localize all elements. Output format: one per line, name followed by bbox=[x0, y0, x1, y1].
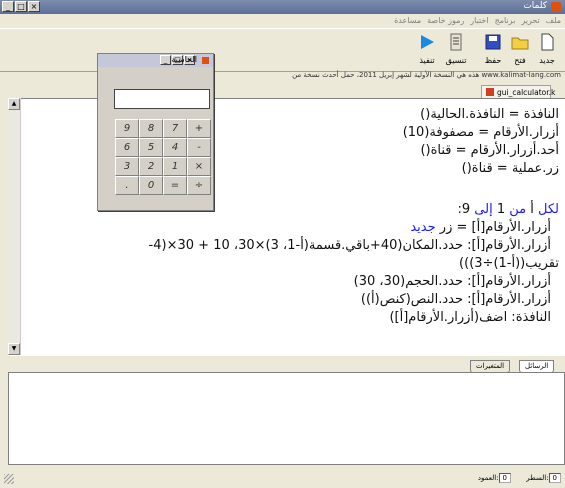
code-line: أزرار.الأرقام = مصفوفة(10) bbox=[402, 125, 559, 140]
calculator-window[interactable]: _ □ × الحاسبة 9 8 7 + 6 5 4 - 3 2 1 × . … bbox=[97, 53, 214, 211]
editor-scrollbar[interactable]: ▲ ▼ bbox=[8, 98, 21, 355]
minimize-button[interactable]: _ bbox=[2, 1, 14, 12]
maximize-button[interactable]: □ bbox=[15, 1, 27, 12]
row-status: السطر: 0 bbox=[526, 473, 561, 483]
column-status: العمود: 0 bbox=[478, 473, 511, 483]
code-line: النافذة: اضف(أزرار.الأرقام[أ]) bbox=[389, 310, 551, 325]
key-equals[interactable]: = bbox=[163, 176, 187, 195]
format-button[interactable]: تنسيق bbox=[441, 33, 471, 65]
key-5[interactable]: 5 bbox=[139, 138, 163, 157]
code-line: أزرار.الأرقام[أ]: حدد.الحجم(30، 30) bbox=[353, 274, 551, 289]
code-line: أزرار.الأرقام[أ]: حدد.المكان(40+باقي.قسم… bbox=[148, 238, 551, 253]
close-tab-icon[interactable] bbox=[486, 88, 494, 96]
toolbar: جديد فتح حفظ تنسيق تنفيذ bbox=[0, 28, 565, 72]
save-button[interactable]: حفظ bbox=[478, 33, 508, 65]
key-3[interactable]: 3 bbox=[115, 157, 139, 176]
code-editor[interactable]: النافذة = النافذة.الحالية() أزرار.الأرقا… bbox=[8, 98, 565, 356]
code-line: أزرار.الأرقام[أ]: حدد.النص(كنص(أ)) bbox=[360, 292, 551, 307]
menu-program[interactable]: برنامج bbox=[495, 16, 516, 25]
open-button[interactable]: فتح bbox=[505, 33, 535, 65]
calculator-keypad: 9 8 7 + 6 5 4 - 3 2 1 × . 0 = ÷ bbox=[115, 119, 211, 195]
app-icon bbox=[551, 2, 561, 12]
menu-bar: ملف تحرير برنامج اختبار رموز خاصة مساعدة bbox=[0, 14, 565, 28]
key-plus[interactable]: + bbox=[187, 119, 211, 138]
open-folder-icon bbox=[511, 37, 529, 50]
key-2[interactable]: 2 bbox=[139, 157, 163, 176]
run-button[interactable]: تنفيذ bbox=[412, 33, 442, 65]
status-bar: السطر: 0 العمود: 0 bbox=[0, 469, 565, 488]
resize-grip-icon[interactable] bbox=[4, 474, 14, 484]
window-controls: _ □ × bbox=[2, 1, 40, 12]
calculator-display[interactable] bbox=[114, 89, 210, 109]
key-minus[interactable]: - bbox=[187, 138, 211, 157]
key-8[interactable]: 8 bbox=[139, 119, 163, 138]
bottom-tab-strip: الرسائل المتغيرات bbox=[0, 358, 565, 373]
calculator-minimize-button[interactable]: _ bbox=[160, 55, 171, 65]
menu-edit[interactable]: تحرير bbox=[521, 16, 539, 25]
menu-test[interactable]: اختبار bbox=[470, 16, 488, 25]
code-line: النافذة = النافذة.الحالية() bbox=[420, 107, 559, 122]
title-bar: _ □ × كلمات bbox=[0, 0, 565, 14]
key-decimal[interactable]: . bbox=[115, 176, 139, 195]
code-line: أزرار.الأرقام[أ] = زر جديد bbox=[410, 220, 551, 235]
menu-help[interactable]: مساعدة bbox=[394, 16, 421, 25]
calculator-title: الحاسبة bbox=[171, 55, 197, 64]
key-7[interactable]: 7 bbox=[163, 119, 187, 138]
close-button[interactable]: × bbox=[28, 1, 40, 12]
messages-panel[interactable] bbox=[8, 372, 565, 465]
calculator-title-bar: _ □ × الحاسبة bbox=[98, 54, 213, 67]
calculator-app-icon bbox=[202, 57, 209, 64]
scroll-down-icon[interactable]: ▼ bbox=[8, 343, 20, 355]
version-notice: هذه هي النسخة الأولية لشهر إبريل 2011، ح… bbox=[292, 71, 561, 79]
file-tab[interactable]: gui_calculator.k bbox=[481, 85, 555, 99]
key-multiply[interactable]: × bbox=[187, 157, 211, 176]
menu-file[interactable]: ملف bbox=[546, 16, 561, 25]
format-icon bbox=[450, 33, 462, 51]
key-9[interactable]: 9 bbox=[115, 119, 139, 138]
code-line: تقريب((أ-1)÷3))) bbox=[459, 256, 559, 271]
code-line: لكل أ من 1 إلى 9: bbox=[457, 202, 559, 217]
save-icon bbox=[485, 34, 501, 50]
key-divide[interactable]: ÷ bbox=[187, 176, 211, 195]
key-1[interactable]: 1 bbox=[163, 157, 187, 176]
key-4[interactable]: 4 bbox=[163, 138, 187, 157]
run-icon bbox=[421, 35, 434, 49]
scroll-up-icon[interactable]: ▲ bbox=[8, 98, 20, 110]
menu-special-symbols[interactable]: رموز خاصة bbox=[427, 16, 464, 25]
window-title: كلمات bbox=[523, 1, 547, 11]
new-button[interactable]: جديد bbox=[532, 33, 562, 65]
code-line: زر.عملية = قناة() bbox=[461, 161, 559, 176]
key-0[interactable]: 0 bbox=[139, 176, 163, 195]
new-file-icon bbox=[541, 33, 554, 51]
code-line: أحد.أزرار.الأرقام = قناة() bbox=[420, 143, 559, 158]
key-6[interactable]: 6 bbox=[115, 138, 139, 157]
